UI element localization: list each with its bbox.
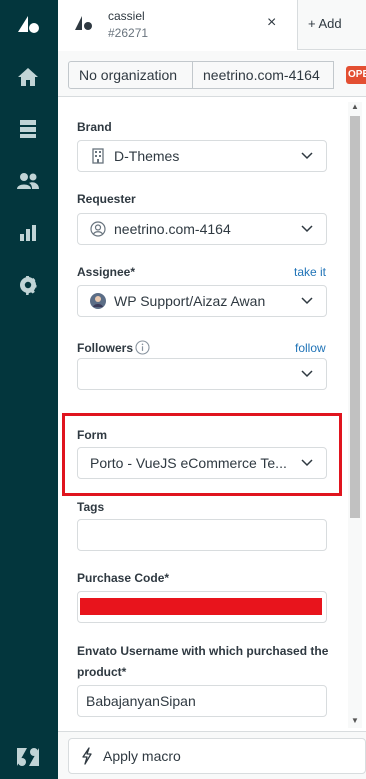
assignee-select[interactable]: WP Support/Aizaz Awan xyxy=(77,285,327,317)
building-icon xyxy=(90,148,106,164)
reporting-icon[interactable] xyxy=(15,220,41,246)
chevron-down-icon xyxy=(300,297,314,305)
apply-macro-button[interactable]: Apply macro xyxy=(68,738,366,774)
take-it-link[interactable]: take it xyxy=(294,265,326,279)
brand-select[interactable]: D-Themes xyxy=(77,140,327,172)
requester-value: neetrino.com-4164 xyxy=(114,221,231,237)
ticket-tab-bar: cassiel #26271 × + Add xyxy=(58,0,366,50)
ticket-tab[interactable]: cassiel #26271 × xyxy=(58,0,298,50)
redaction-bar xyxy=(80,598,322,615)
breadcrumb-organization[interactable]: No organization xyxy=(68,61,193,89)
macro-bar: Apply macro xyxy=(58,731,366,779)
followers-select[interactable] xyxy=(77,358,327,390)
apply-macro-label: Apply macro xyxy=(103,748,181,764)
tab-title: cassiel xyxy=(108,9,145,23)
info-icon[interactable] xyxy=(135,340,150,360)
purchase-code-label: Purchase Code* xyxy=(77,571,170,585)
zendesk-logo-icon[interactable] xyxy=(15,11,41,37)
chevron-down-icon xyxy=(300,152,314,160)
scroll-up-arrow-icon[interactable]: ▲ xyxy=(350,102,360,112)
envato-username-label: Envato Username with which purchased the xyxy=(77,644,329,658)
avatar xyxy=(90,293,106,309)
lightning-icon xyxy=(81,747,93,765)
add-tab-button[interactable]: + Add xyxy=(308,16,342,31)
requester-label: Requester xyxy=(77,192,136,206)
assignee-value: WP Support/Aizaz Awan xyxy=(114,293,266,309)
assignee-label: Assignee* xyxy=(77,265,136,279)
user-circle-icon xyxy=(90,221,106,237)
form-field-highlight xyxy=(62,413,342,496)
scrollbar-thumb[interactable] xyxy=(350,116,360,518)
breadcrumb: No organization neetrino.com-4164 OPEN xyxy=(58,51,366,97)
tags-label: Tags xyxy=(77,500,105,514)
requester-select[interactable]: neetrino.com-4164 xyxy=(77,213,327,245)
envato-username-input[interactable]: BabajanyanSipan xyxy=(77,685,327,717)
chevron-down-icon xyxy=(300,370,314,378)
views-icon[interactable] xyxy=(15,116,41,142)
status-badge[interactable]: OPEN xyxy=(346,66,366,84)
breadcrumb-requester[interactable]: neetrino.com-4164 xyxy=(192,61,334,89)
main-sidebar xyxy=(0,0,58,779)
follow-link[interactable]: follow xyxy=(295,341,326,355)
chevron-down-icon xyxy=(300,225,314,233)
envato-username-label-cont: product* xyxy=(77,665,127,679)
brand-value: D-Themes xyxy=(114,148,180,164)
close-tab-button[interactable]: × xyxy=(267,14,276,32)
scroll-down-arrow-icon[interactable]: ▼ xyxy=(350,716,360,726)
zendesk-z-icon[interactable] xyxy=(15,744,41,770)
ticket-icon xyxy=(74,15,94,36)
followers-label: Followers xyxy=(77,341,134,355)
home-icon[interactable] xyxy=(15,64,41,90)
customers-icon[interactable] xyxy=(15,168,41,194)
tab-ticket-id: #26271 xyxy=(108,26,149,40)
tags-input[interactable] xyxy=(77,519,327,551)
brand-label: Brand xyxy=(77,120,112,134)
admin-gear-icon[interactable] xyxy=(15,272,41,298)
